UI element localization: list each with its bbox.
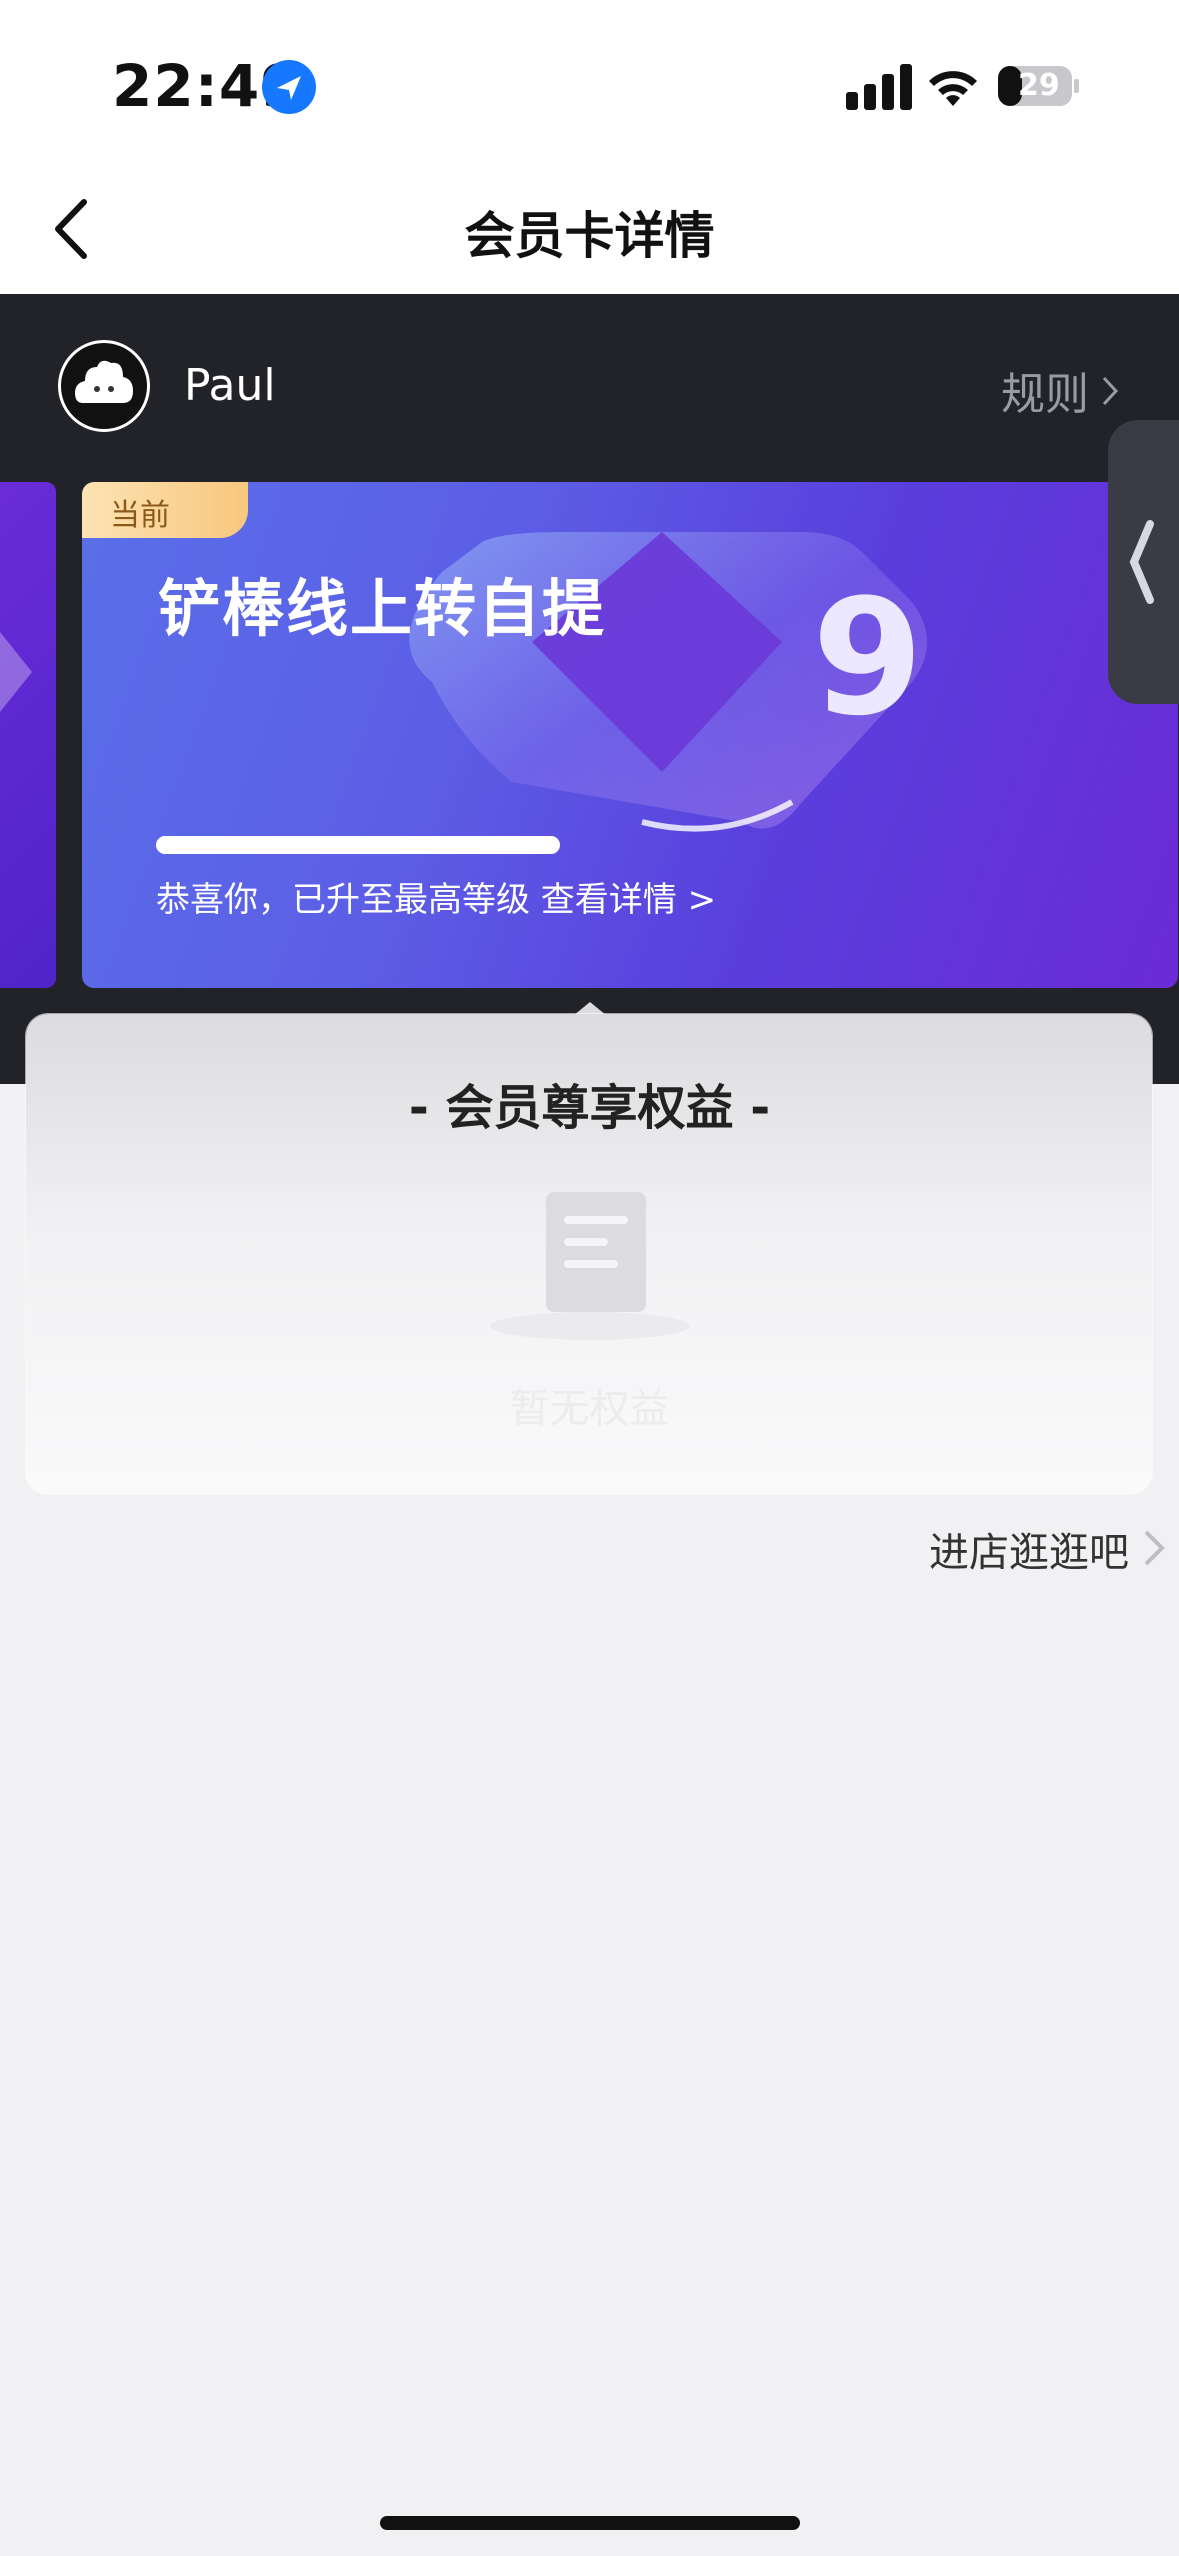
cellular-signal-icon	[846, 64, 912, 110]
home-indicator	[380, 2516, 800, 2530]
side-collapse-tab[interactable]	[1108, 420, 1179, 704]
chevron-left-icon	[1129, 520, 1154, 604]
level-number: 9	[812, 564, 924, 751]
previous-card[interactable]	[0, 482, 56, 988]
shop-link[interactable]: 进店逛逛吧	[929, 1520, 1129, 1578]
current-badge-label: 当前	[110, 498, 170, 533]
avatar[interactable]	[58, 340, 150, 432]
card-subtitle[interactable]: 恭喜你，已升至最高等级 查看详情 >	[156, 872, 716, 921]
member-card[interactable]: 9 当前 铲棒线上转自提 恭喜你，已升至最高等级 查看详情 >	[82, 482, 1178, 988]
card-title: 铲棒线上转自提	[158, 572, 607, 645]
empty-state-text: 暂无权益	[509, 1386, 670, 1432]
location-icon	[262, 60, 316, 114]
page-title: 会员卡详情	[464, 207, 715, 265]
battery-level: 29	[1018, 68, 1060, 103]
rules-link[interactable]: 规则	[1001, 358, 1089, 422]
benefits-title: - 会员尊享权益 -	[408, 1080, 771, 1136]
user-name: Paul	[184, 360, 276, 411]
wifi-icon	[929, 71, 977, 106]
battery-icon: 29	[998, 66, 1080, 106]
chevron-right-icon	[1102, 376, 1119, 406]
level-progress-bar	[156, 836, 560, 854]
chevron-right-icon	[1144, 1530, 1165, 1566]
empty-document-icon	[490, 1192, 690, 1340]
